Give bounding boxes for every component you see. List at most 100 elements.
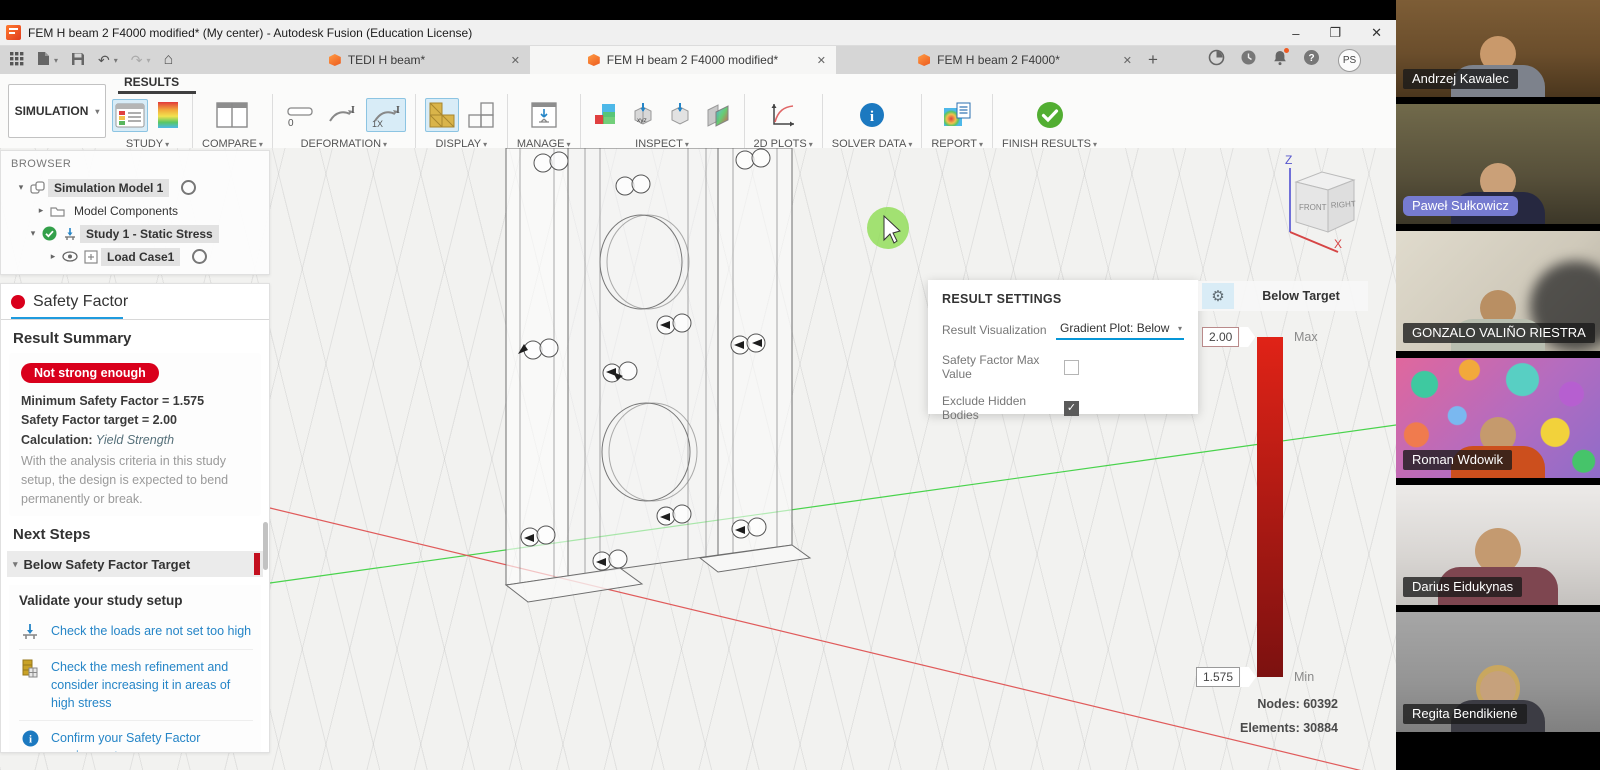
min-arrow xyxy=(1240,667,1256,687)
manage-icon[interactable] xyxy=(526,98,562,132)
legend-min-handle[interactable]: 1.575 xyxy=(1196,667,1256,687)
step-confirm-requirement[interactable]: i Confirm your Safety Factor requirement xyxy=(19,721,253,753)
user-avatar[interactable]: PS xyxy=(1338,49,1361,72)
tree-item-label[interactable]: Study 1 - Static Stress xyxy=(80,225,219,243)
redo-icon[interactable]: ↷ xyxy=(131,53,143,67)
group-compare: COMPARE▾ xyxy=(202,94,263,150)
fusion-window: FEM H beam 2 F4000 modified* (My center)… xyxy=(0,0,1396,770)
step-check-mesh[interactable]: Check the mesh refinement and consider i… xyxy=(19,650,253,721)
tab-bar: ▾ ↶ ▾ ↷ ▾ ⌂ TEDI H beam* ✕ FEM H beam xyxy=(0,46,1396,74)
deformation-actual-icon[interactable]: I xyxy=(323,98,361,132)
tab-tedi-h-beam[interactable]: TEDI H beam* ✕ xyxy=(224,46,530,74)
tab-fem-h-beam[interactable]: FEM H beam 2 F4000* ✕ xyxy=(836,46,1142,74)
tree-item-label[interactable]: Load Case1 xyxy=(101,248,180,266)
select-caret-icon: ▾ xyxy=(1178,324,1182,333)
step-text: Check the loads are not set too high xyxy=(51,622,251,640)
history-clock-icon[interactable] xyxy=(1240,49,1257,66)
browser-panel: BROWSER ▾ Simulation Model 1 ▸ Model Com… xyxy=(0,150,270,275)
undo-caret[interactable]: ▾ xyxy=(114,56,118,65)
legend-max-handle[interactable]: 2.00 xyxy=(1202,327,1255,347)
file-menu-caret[interactable]: ▾ xyxy=(54,56,58,65)
deformation-undeformed-icon[interactable]: 0 xyxy=(282,98,318,132)
new-tab-button[interactable]: + xyxy=(1148,50,1158,70)
inspect-point-xyz-icon[interactable]: xyz xyxy=(627,98,659,132)
tree-row-study[interactable]: ▾ Study 1 - Static Stress xyxy=(1,222,269,245)
tree-row-load-case[interactable]: ▸ Load Case1 xyxy=(1,245,269,268)
tab-close-icon[interactable]: ✕ xyxy=(511,54,520,67)
below-safety-factor-target-row[interactable]: ▾ Below Safety Factor Target xyxy=(7,551,263,577)
legend-title: Below Target xyxy=(1234,289,1368,303)
group-report: REPORT▾ xyxy=(931,94,983,150)
collapse-caret-icon[interactable]: ▾ xyxy=(27,228,39,239)
separator xyxy=(507,94,508,152)
mouse-cursor xyxy=(867,207,909,249)
tree-item-label[interactable]: Simulation Model 1 xyxy=(48,179,169,197)
report-icon[interactable] xyxy=(939,98,975,132)
redo-caret[interactable]: ▾ xyxy=(147,56,151,65)
separator xyxy=(992,94,993,152)
component-icon xyxy=(30,181,45,195)
eye-icon[interactable] xyxy=(62,251,78,262)
separator xyxy=(272,94,273,152)
tab-close-icon[interactable]: ✕ xyxy=(1123,54,1132,67)
notification-dot xyxy=(1284,48,1289,53)
study-results-icon[interactable] xyxy=(112,99,148,132)
close-button[interactable]: ✕ xyxy=(1371,25,1382,41)
ribbon-tab-results[interactable]: RESULTS xyxy=(124,75,179,89)
maximize-button[interactable]: ❐ xyxy=(1329,25,1341,41)
max-label: Max xyxy=(1294,330,1318,344)
2d-plots-icon[interactable] xyxy=(765,98,801,132)
group-deformation: 0 I I1X DEFORMATION▾ xyxy=(282,94,406,150)
notifications-bell-icon[interactable] xyxy=(1272,49,1288,66)
undo-icon[interactable]: ↶ xyxy=(98,53,110,67)
video-call-sidebar: Andrzej Kawalec Paweł Sułkowicz GONZALO … xyxy=(1396,0,1600,770)
legend-gear-icon[interactable]: ⚙ xyxy=(1202,283,1234,309)
separator xyxy=(744,94,745,152)
job-status-icon[interactable] xyxy=(1208,49,1225,66)
minimize-button[interactable]: – xyxy=(1292,26,1299,41)
calculation-line: Calculation: Yield Strength xyxy=(21,431,251,450)
z-axis-label: Z xyxy=(1285,153,1292,167)
participant-name: GONZALO VALIÑO RIESTRA xyxy=(1403,323,1595,343)
inspect-probe-icon[interactable] xyxy=(664,98,696,132)
tree-row-model-components[interactable]: ▸ Model Components xyxy=(1,199,269,222)
solver-data-icon[interactable]: i xyxy=(855,98,889,132)
visibility-radio[interactable] xyxy=(192,249,207,264)
collapse-caret-icon[interactable]: ▾ xyxy=(15,182,27,193)
compare-icon[interactable] xyxy=(212,98,252,132)
max-value-box[interactable]: 2.00 xyxy=(1202,327,1239,347)
letterbox xyxy=(0,0,1396,20)
tree-item-label[interactable]: Model Components xyxy=(68,202,184,220)
tab-fem-h-beam-modified[interactable]: FEM H beam 2 F4000 modified* ✕ xyxy=(530,46,836,74)
result-visualization-select[interactable]: Gradient Plot: Below ▾ xyxy=(1056,319,1184,340)
workspace-selector[interactable]: SIMULATION ▾ xyxy=(8,84,106,138)
study-legend-icon[interactable] xyxy=(153,98,183,132)
step-check-loads[interactable]: Check the loads are not set too high xyxy=(19,614,253,649)
file-menu-icon[interactable] xyxy=(37,51,50,69)
expand-caret-icon[interactable]: ▸ xyxy=(47,251,59,262)
save-icon[interactable] xyxy=(71,52,85,69)
help-icon[interactable]: ? xyxy=(1303,49,1320,66)
min-value-box[interactable]: 1.575 xyxy=(1196,667,1240,687)
tab-label: TEDI H beam* xyxy=(348,53,425,67)
exclude-hidden-checkbox[interactable]: ✓ xyxy=(1064,401,1079,416)
tab-close-icon[interactable]: ✕ xyxy=(817,54,826,67)
result-visualization-label: Result Visualization xyxy=(942,323,1056,337)
collapse-caret-icon[interactable]: ▾ xyxy=(13,559,18,570)
display-wireframe-icon[interactable] xyxy=(464,98,498,132)
home-icon[interactable]: ⌂ xyxy=(164,52,174,68)
visibility-radio[interactable] xyxy=(181,180,196,195)
group-finish-results: FINISH RESULTS▾ xyxy=(1002,94,1097,150)
expand-caret-icon[interactable]: ▸ xyxy=(35,205,47,216)
app-grid-icon[interactable] xyxy=(10,52,24,69)
display-mesh-icon[interactable] xyxy=(425,98,459,132)
svg-text:1X: 1X xyxy=(372,119,383,129)
finish-results-icon[interactable] xyxy=(1032,97,1068,133)
deformation-scaled-icon[interactable]: I1X xyxy=(366,98,406,132)
scrollbar-thumb[interactable] xyxy=(263,522,268,570)
nodes-count: Nodes: 60392 xyxy=(1170,697,1338,711)
max-value-checkbox[interactable] xyxy=(1064,360,1079,375)
tree-row-simulation-model[interactable]: ▾ Simulation Model 1 xyxy=(1,176,269,199)
inspect-slice-icon[interactable] xyxy=(701,99,735,131)
inspect-results-icon[interactable] xyxy=(590,99,622,131)
